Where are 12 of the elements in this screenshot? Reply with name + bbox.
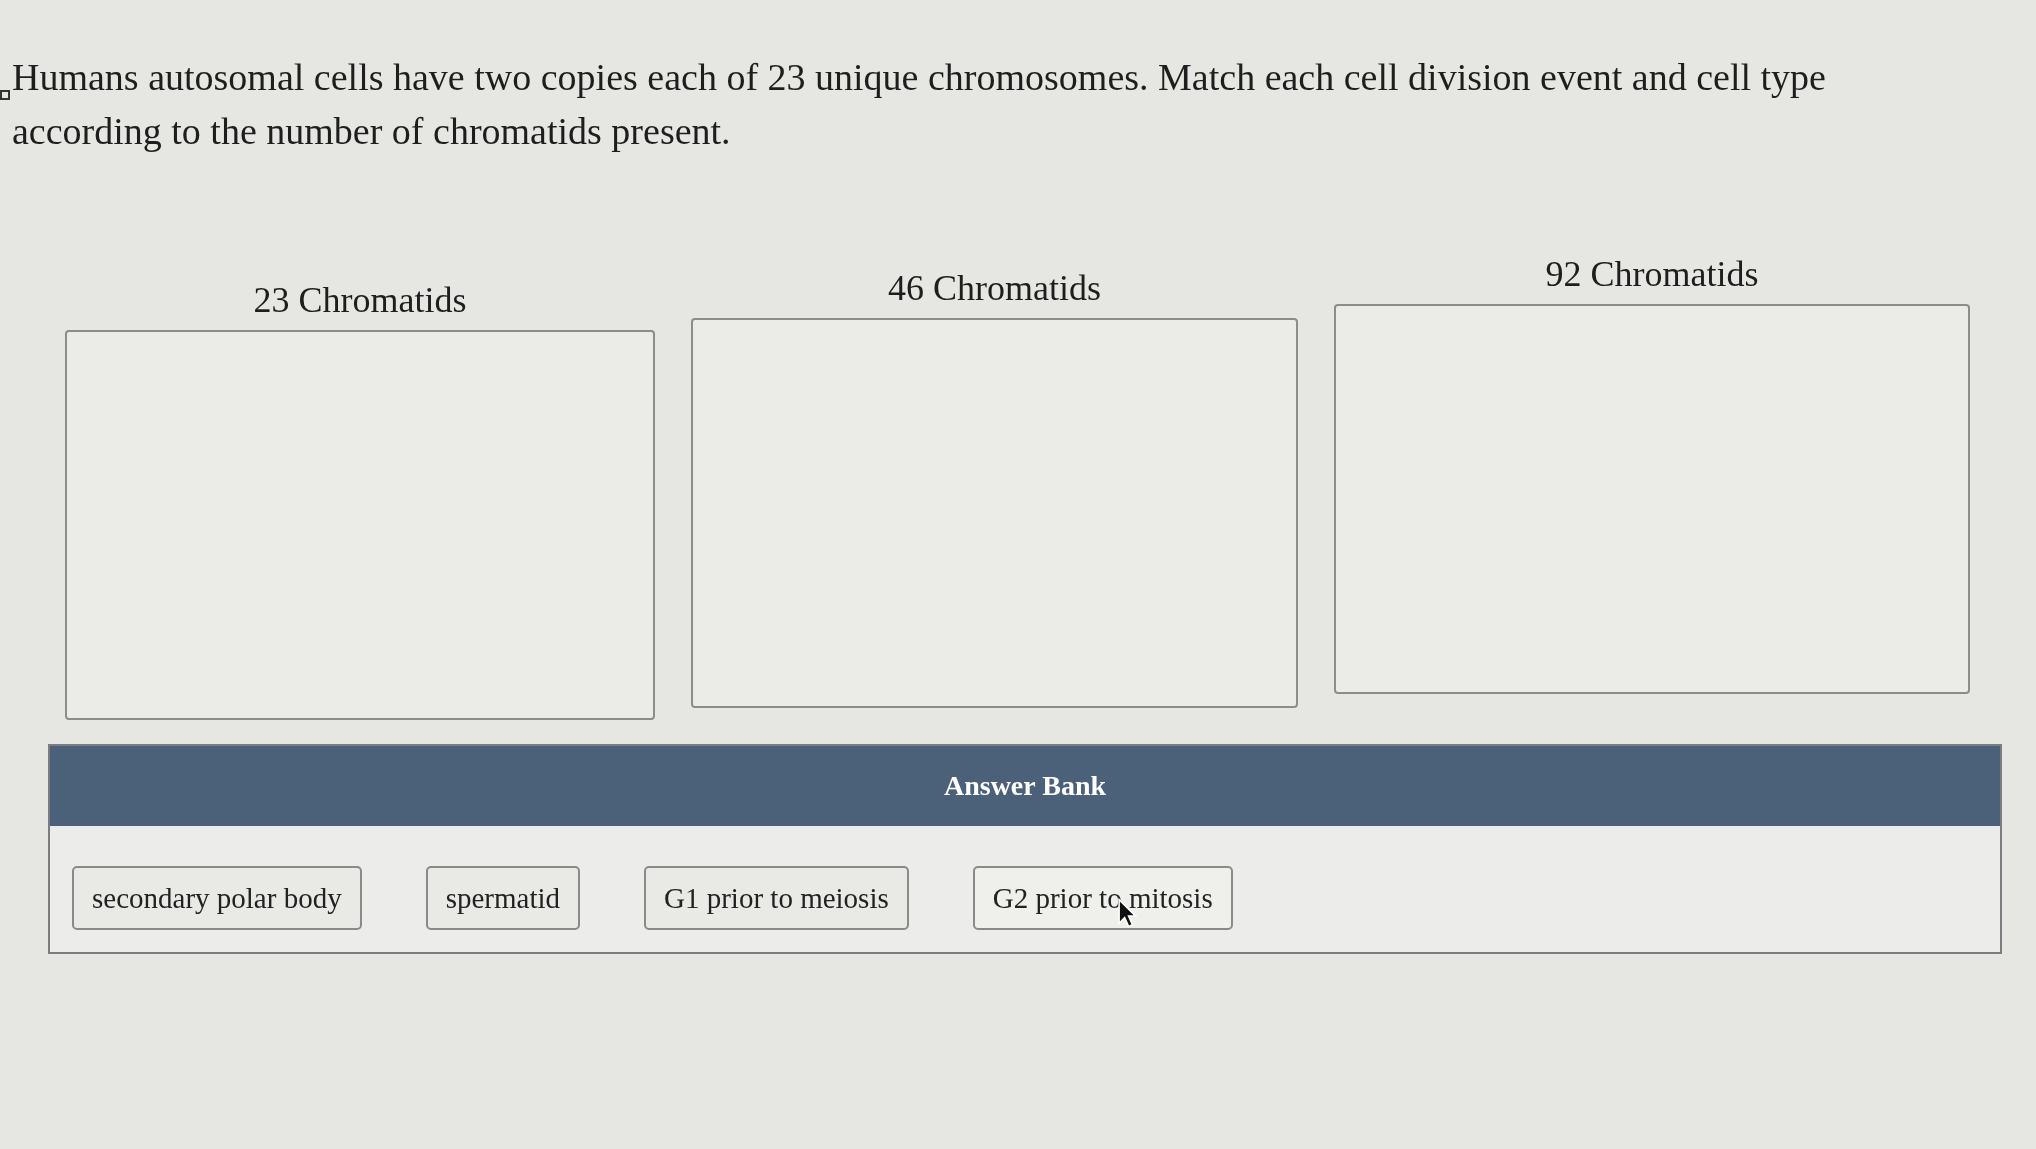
answer-box[interactable] xyxy=(691,318,1298,708)
column-heading: 92 Chromatids xyxy=(1544,253,1760,296)
answer-box[interactable] xyxy=(1334,304,1970,694)
column-heading: 46 Chromatids xyxy=(887,267,1102,310)
question-text: Humans autosomal cells have two copies each of 23 unique chromosomes. Match each cell division event and cell type according to the number of chromatids present. xyxy=(12,55,1827,154)
answer-chip[interactable]: spermatid xyxy=(425,866,580,930)
square-icon xyxy=(0,90,10,100)
column-heading: 23 Chromatids xyxy=(252,279,468,322)
answer-box[interactable] xyxy=(65,330,655,720)
answer-bank-title: Answer Bank xyxy=(943,770,1107,802)
answer-chip[interactable]: G1 prior to meiosis xyxy=(644,866,909,930)
answer-chip[interactable]: secondary polar body xyxy=(72,866,362,930)
